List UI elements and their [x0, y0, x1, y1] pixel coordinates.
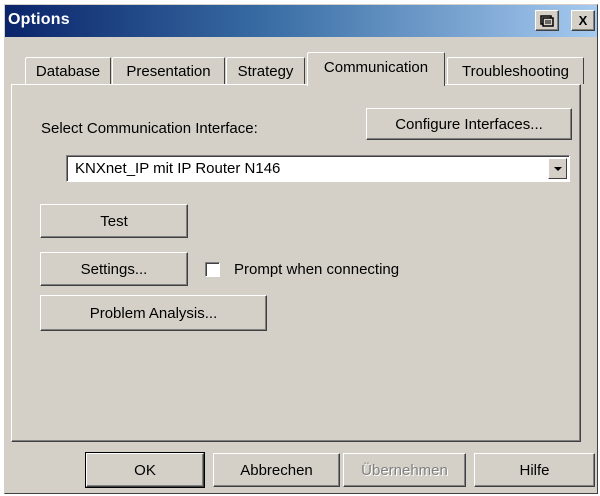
- button-label: Test: [100, 212, 128, 230]
- cancel-button[interactable]: Abbrechen: [213, 453, 340, 487]
- close-icon: X: [578, 13, 588, 28]
- tab-troubleshooting[interactable]: Troubleshooting: [447, 57, 584, 84]
- interface-select-value: KNXnet_IP mit IP Router N146: [75, 160, 281, 177]
- chevron-down-icon[interactable]: [548, 158, 567, 179]
- apply-button[interactable]: Übernehmen: [343, 453, 466, 487]
- help-icon[interactable]: [535, 10, 559, 31]
- button-label: Problem Analysis...: [89, 304, 218, 322]
- ok-button[interactable]: OK: [85, 452, 205, 488]
- tab-presentation[interactable]: Presentation: [112, 57, 225, 84]
- title-bar[interactable]: Options X: [5, 5, 597, 37]
- button-label: Übernehmen: [361, 461, 448, 479]
- tab-label: Database: [35, 62, 101, 80]
- help-button[interactable]: Hilfe: [474, 453, 595, 487]
- test-button[interactable]: Test: [40, 204, 188, 238]
- problem-analysis-button[interactable]: Problem Analysis...: [40, 295, 267, 331]
- settings-button[interactable]: Settings...: [40, 252, 188, 286]
- prompt-checkbox[interactable]: [205, 262, 220, 277]
- select-interface-label: Select Communication Interface:: [41, 120, 258, 137]
- tab-database[interactable]: Database: [25, 57, 111, 84]
- button-label: OK: [134, 461, 156, 479]
- window-title: Options: [8, 11, 70, 28]
- configure-interfaces-button[interactable]: Configure Interfaces...: [366, 108, 572, 140]
- tab-label: Communication: [323, 59, 429, 76]
- close-button[interactable]: X: [571, 10, 595, 31]
- tab-label: Troubleshooting: [461, 62, 569, 80]
- button-label: Hilfe: [519, 461, 550, 479]
- button-label: Settings...: [80, 260, 148, 278]
- tab-communication[interactable]: Communication: [307, 52, 445, 86]
- tab-strategy[interactable]: Strategy: [226, 57, 305, 84]
- button-label: Configure Interfaces...: [395, 115, 543, 133]
- tab-label: Presentation: [126, 62, 211, 80]
- button-label: Abbrechen: [240, 461, 313, 479]
- tab-label: Strategy: [237, 62, 294, 80]
- prompt-checkbox-label[interactable]: Prompt when connecting: [234, 261, 399, 278]
- interface-select[interactable]: KNXnet_IP mit IP Router N146: [66, 155, 570, 182]
